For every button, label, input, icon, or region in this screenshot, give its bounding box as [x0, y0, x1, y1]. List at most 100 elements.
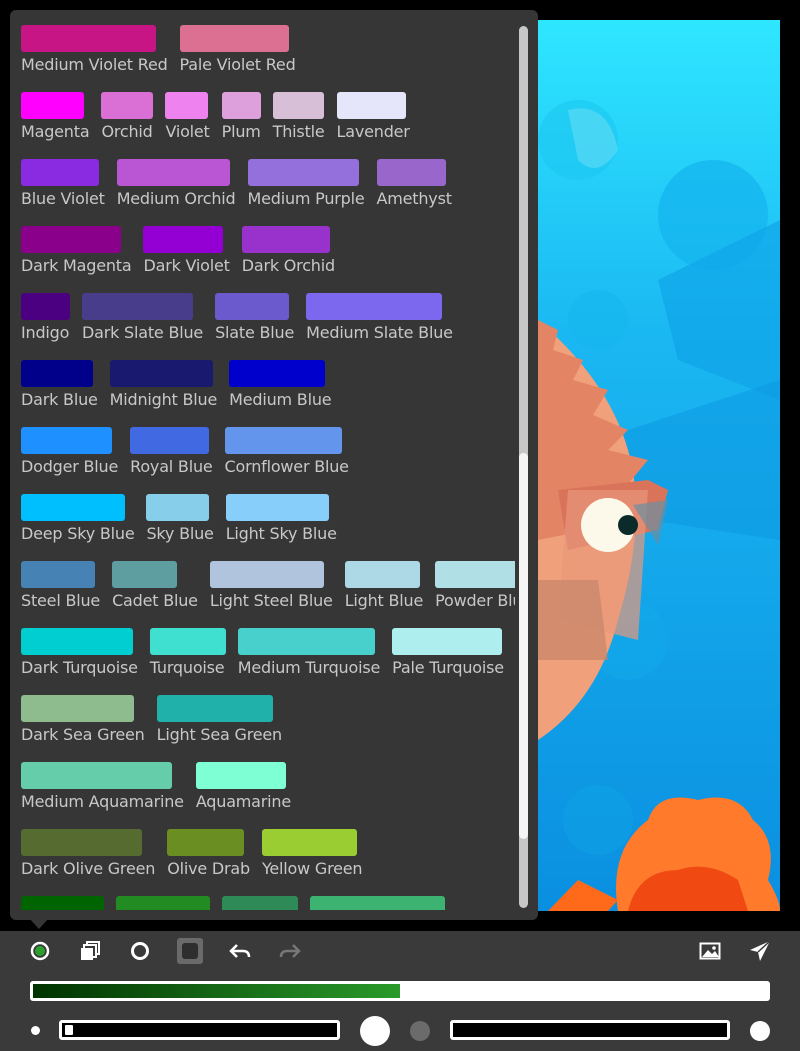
color-swatch[interactable]: [222, 896, 298, 910]
swatch-chip[interactable]: [310, 896, 445, 910]
color-swatch[interactable]: Light Sea Green: [156, 695, 282, 744]
color-swatch[interactable]: Medium Purple: [247, 159, 365, 208]
swatch-chip[interactable]: [224, 427, 342, 454]
color-swatch[interactable]: Sky Blue: [146, 494, 214, 543]
color-swatch[interactable]: Violet: [165, 92, 210, 141]
color-swatch[interactable]: Dark Blue: [21, 360, 98, 409]
color-swatch[interactable]: Dark Olive Green: [21, 829, 155, 878]
brush-dot-icon[interactable]: [25, 936, 55, 966]
color-swatch[interactable]: [116, 896, 210, 910]
color-swatch[interactable]: Cornflower Blue: [224, 427, 349, 476]
swatch-chip[interactable]: [241, 226, 330, 253]
color-swatch[interactable]: Dark Slate Blue: [82, 293, 203, 342]
swatch-chip[interactable]: [21, 92, 84, 119]
swatch-chip[interactable]: [101, 92, 154, 119]
color-swatch[interactable]: Steel Blue: [21, 561, 100, 610]
color-swatch[interactable]: Midnight Blue: [109, 360, 217, 409]
color-swatch[interactable]: Powder Blue: [435, 561, 515, 610]
color-swatch[interactable]: Olive Drab: [167, 829, 250, 878]
swatch-chip[interactable]: [237, 628, 375, 655]
color-swatch[interactable]: Indigo: [21, 293, 70, 342]
redo-icon[interactable]: [275, 936, 305, 966]
color-swatch[interactable]: Dark Turquoise: [21, 628, 138, 677]
swatch-chip[interactable]: [112, 561, 178, 588]
color-swatch[interactable]: Royal Blue: [130, 427, 213, 476]
color-swatch[interactable]: Dark Violet: [143, 226, 230, 275]
swatch-chip[interactable]: [225, 494, 329, 521]
swatch-chip[interactable]: [21, 896, 104, 910]
color-swatch[interactable]: Dark Orchid: [241, 226, 335, 275]
scrollbar-thumb[interactable]: [519, 453, 528, 839]
swatch-chip[interactable]: [82, 293, 193, 320]
swatch-chip[interactable]: [109, 360, 213, 387]
swatch-chip[interactable]: [149, 628, 226, 655]
swatch-list[interactable]: Medium Violet Red Pale Violet Red Magenta O…: [10, 10, 515, 910]
color-swatch[interactable]: Amethyst: [376, 159, 452, 208]
swatch-chip[interactable]: [222, 896, 298, 910]
color-swatch[interactable]: Orchid: [101, 92, 154, 141]
swatch-chip[interactable]: [435, 561, 515, 588]
swatch-chip[interactable]: [261, 829, 357, 856]
color-swatch[interactable]: Deep Sky Blue: [21, 494, 135, 543]
swatch-chip[interactable]: [336, 92, 406, 119]
color-swatch[interactable]: Plum: [221, 92, 261, 141]
swatch-chip[interactable]: [21, 226, 121, 253]
swatch-chip[interactable]: [272, 92, 324, 119]
color-swatch[interactable]: Dodger Blue: [21, 427, 118, 476]
swatch-chip[interactable]: [209, 561, 324, 588]
swatch-chip[interactable]: [21, 360, 93, 387]
color-swatch[interactable]: Medium Slate Blue: [306, 293, 453, 342]
swatch-chip[interactable]: [165, 92, 209, 119]
swatch-chip[interactable]: [21, 293, 70, 320]
swatch-chip[interactable]: [167, 829, 245, 856]
color-swatch[interactable]: Light Blue: [344, 561, 423, 610]
color-swatch[interactable]: Medium Aquamarine: [21, 762, 184, 811]
color-swatch[interactable]: Blue Violet: [21, 159, 105, 208]
swatch-chip[interactable]: [306, 293, 443, 320]
color-swatch[interactable]: Pale Violet Red: [179, 25, 296, 74]
color-swatch[interactable]: Dark Sea Green: [21, 695, 145, 744]
swatch-chip[interactable]: [221, 92, 261, 119]
swatch-chip[interactable]: [179, 25, 289, 52]
color-swatch[interactable]: Magenta: [21, 92, 90, 141]
image-icon[interactable]: [695, 936, 725, 966]
color-swatch[interactable]: [21, 896, 104, 910]
circle-outline-icon[interactable]: [125, 936, 155, 966]
opacity-slider[interactable]: [450, 1020, 730, 1040]
swatch-chip[interactable]: [229, 360, 326, 387]
swatch-chip[interactable]: [21, 159, 99, 186]
swatch-chip[interactable]: [215, 293, 290, 320]
swatch-chip[interactable]: [21, 25, 156, 52]
color-swatch[interactable]: Turquoise: [149, 628, 226, 677]
color-swatch[interactable]: [310, 896, 445, 910]
brush-size-slider[interactable]: [59, 1020, 340, 1040]
color-swatch[interactable]: Yellow Green: [261, 829, 363, 878]
color-swatch[interactable]: Light Sky Blue: [225, 494, 337, 543]
color-swatch[interactable]: Light Steel Blue: [209, 561, 333, 610]
color-swatch[interactable]: Medium Orchid: [116, 159, 236, 208]
color-swatch[interactable]: Thistle: [272, 92, 325, 141]
square-stop-icon[interactable]: [175, 936, 205, 966]
swatch-chip[interactable]: [247, 159, 359, 186]
color-swatch[interactable]: Cadet Blue: [112, 561, 198, 610]
swatch-chip[interactable]: [21, 695, 134, 722]
swatch-chip[interactable]: [116, 159, 230, 186]
swatch-chip[interactable]: [344, 561, 420, 588]
swatch-chip[interactable]: [21, 561, 95, 588]
color-swatch[interactable]: Slate Blue: [215, 293, 294, 342]
color-swatch[interactable]: Aquamarine: [195, 762, 291, 811]
swatch-chip[interactable]: [143, 226, 224, 253]
swatch-chip[interactable]: [21, 829, 142, 856]
swatch-chip[interactable]: [21, 427, 112, 454]
swatch-chip[interactable]: [156, 695, 273, 722]
layers-icon[interactable]: [75, 936, 105, 966]
swatch-chip[interactable]: [116, 896, 210, 910]
color-swatch[interactable]: Medium Turquoise: [237, 628, 380, 677]
color-shade-slider[interactable]: [30, 981, 770, 1001]
color-swatch[interactable]: Pale Turquoise: [392, 628, 504, 677]
swatch-chip[interactable]: [21, 628, 133, 655]
send-icon[interactable]: [745, 936, 775, 966]
color-swatch[interactable]: Lavender: [336, 92, 410, 141]
color-swatch[interactable]: Medium Violet Red: [21, 25, 168, 74]
swatch-chip[interactable]: [195, 762, 286, 789]
